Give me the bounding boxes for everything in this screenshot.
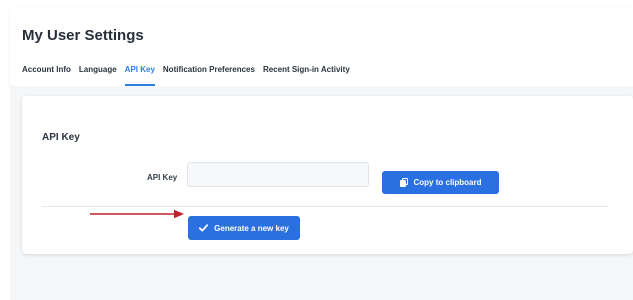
settings-page: My User Settings Account Info Language A…: [0, 0, 633, 300]
api-key-label: API Key: [147, 173, 178, 182]
tab-recent-sign-in-activity[interactable]: Recent Sign-in Activity: [263, 64, 350, 86]
tab-language[interactable]: Language: [79, 64, 117, 86]
red-arrow-icon: [90, 209, 184, 219]
tab-account-info[interactable]: Account Info: [22, 64, 71, 86]
tab-api-key[interactable]: API Key: [124, 64, 156, 86]
page-title: My User Settings: [22, 27, 144, 44]
tab-notification-preferences[interactable]: Notification Preferences: [163, 64, 255, 86]
copy-to-clipboard-button[interactable]: Copy to clipboard: [382, 171, 499, 194]
generate-new-key-button[interactable]: Generate a new key: [188, 216, 300, 240]
api-key-card: API Key API Key Copy to clipboard Genera…: [22, 96, 633, 254]
settings-tabs: Account Info Language API Key Notificati…: [22, 64, 350, 86]
settings-header: My User Settings Account Info Language A…: [10, 8, 633, 86]
copy-icon: [399, 178, 408, 187]
divider: [42, 206, 608, 207]
checkmark-icon: [199, 224, 209, 232]
api-key-input[interactable]: [187, 162, 369, 187]
card-title: API Key: [42, 132, 80, 143]
generate-new-key-label: Generate a new key: [214, 223, 289, 233]
copy-to-clipboard-label: Copy to clipboard: [413, 178, 482, 187]
content-area: API Key API Key Copy to clipboard Genera…: [10, 86, 633, 300]
